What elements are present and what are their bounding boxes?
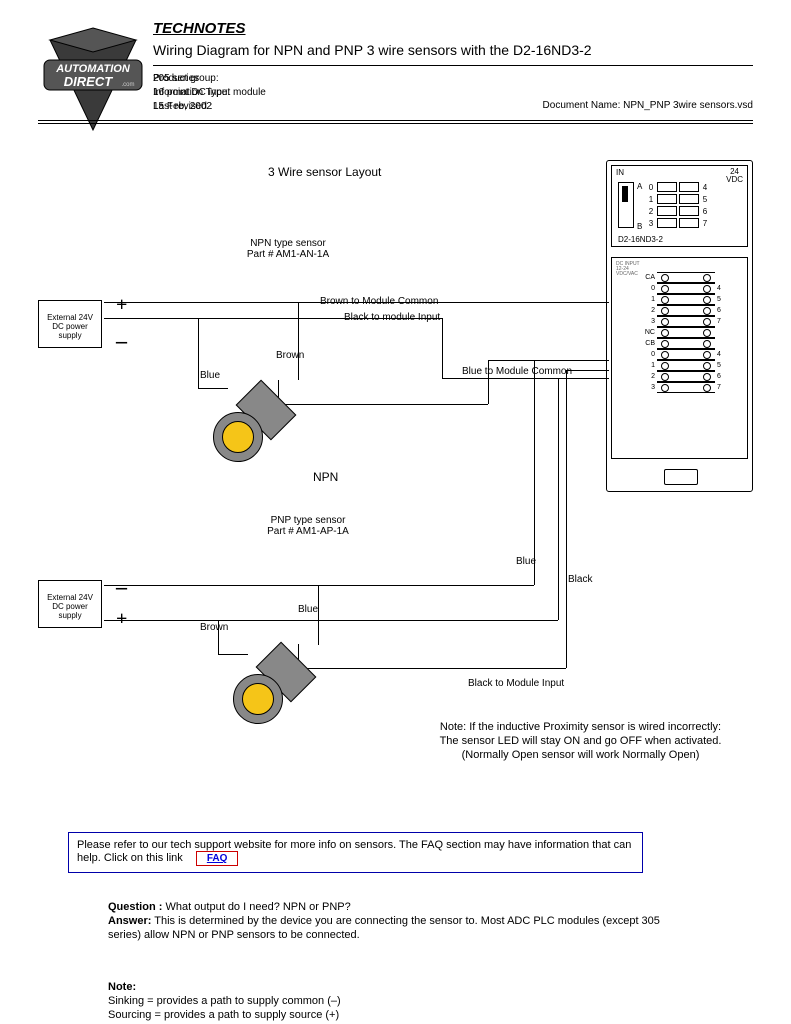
note-block: Note: Sinking = provides a path to suppl… bbox=[108, 980, 663, 1022]
module-latch bbox=[664, 469, 698, 485]
npn-type-label: NPN bbox=[313, 470, 338, 484]
module-part-number: D2-16ND3-2 bbox=[618, 235, 663, 244]
logo: AUTOMATION DIRECT .com bbox=[38, 22, 148, 132]
minus-icon: – bbox=[116, 574, 127, 600]
plc-module: IN 24VDC A B 04 15 26 37 D2-16ND3-2 DC I… bbox=[606, 160, 753, 492]
rule bbox=[38, 120, 753, 121]
brown-common-label: Brown to Module Common bbox=[320, 296, 438, 307]
plus-icon: + bbox=[116, 294, 127, 317]
led-block: 04 15 26 37 bbox=[647, 182, 741, 230]
document-name: Document Name: NPN_PNP 3wire sensors.vsd bbox=[543, 100, 753, 111]
layout-title: 3 Wire sensor Layout bbox=[268, 165, 381, 179]
black-input-label: Black to module Input bbox=[344, 312, 440, 323]
info-box: Please refer to our tech support website… bbox=[68, 832, 643, 873]
terminal-block: DC INPUT12-24VDC/VAC CA 04 15 26 37 NC C… bbox=[611, 257, 748, 459]
pnp-sensor bbox=[233, 660, 303, 730]
blue-label: Blue bbox=[516, 556, 536, 567]
minus-icon: – bbox=[116, 328, 127, 354]
pnp-heading: PNP type sensorPart # AM1-AP-1A bbox=[228, 515, 388, 537]
blue-label: Blue bbox=[298, 604, 318, 615]
npn-heading: NPN type sensorPart # AM1-AN-1A bbox=[208, 238, 368, 260]
technotes-label: TECHNOTES bbox=[153, 20, 246, 37]
dip-switch-icon bbox=[618, 182, 634, 228]
qa-block: Question : What output do I need? NPN or… bbox=[108, 900, 663, 942]
black-input-label: Black to Module Input bbox=[468, 678, 564, 689]
logo-text-bot: DIRECT bbox=[64, 74, 113, 89]
faq-link[interactable]: FAQ bbox=[196, 851, 239, 866]
wiring-note: Note: If the inductive Proximity sensor … bbox=[408, 720, 753, 762]
blue-label: Blue bbox=[200, 370, 220, 381]
logo-text-com: .com bbox=[121, 82, 134, 88]
rule bbox=[38, 123, 753, 124]
power-supply-1: External 24V DC power supply bbox=[38, 300, 102, 348]
brown-label: Brown bbox=[276, 350, 304, 361]
blue-common-label: Blue to Module Common bbox=[462, 366, 572, 377]
meta-block: Product group:205 series Information Typ… bbox=[153, 72, 266, 114]
page-title: Wiring Diagram for NPN and PNP 3 wire se… bbox=[153, 42, 592, 58]
power-supply-2: External 24V DC power supply bbox=[38, 580, 102, 628]
npn-sensor bbox=[213, 398, 283, 468]
module-in-label: IN bbox=[616, 168, 624, 177]
rule bbox=[153, 65, 753, 66]
brown-label: Brown bbox=[200, 622, 228, 633]
black-label: Black bbox=[568, 574, 592, 585]
